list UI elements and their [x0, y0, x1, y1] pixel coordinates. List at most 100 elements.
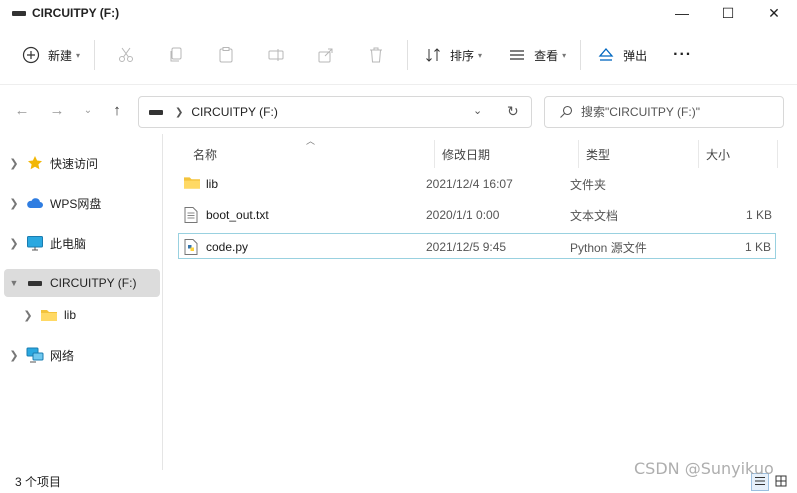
new-label: 新建	[48, 48, 73, 63]
expand-chevron-icon[interactable]: ❯	[4, 237, 24, 250]
file-date: 2020/1/1 0:00	[426, 208, 500, 222]
file-row[interactable]: code.py 2021/12/5 9:45 Python 源文件 1 KB	[178, 233, 776, 259]
recent-locations-chevron-icon[interactable]: ⌄	[77, 99, 99, 121]
cloud-icon	[24, 195, 46, 211]
column-header-name[interactable]: 名称	[193, 140, 217, 168]
drive-icon	[149, 109, 163, 115]
toolbar-divider	[94, 40, 96, 70]
chevron-down-icon: ▾	[562, 50, 567, 60]
sidebar-item-wps-cloud[interactable]: ❯ WPS网盘	[4, 189, 160, 217]
drive-icon	[24, 275, 46, 291]
forward-arrow-icon[interactable]: →	[46, 99, 68, 121]
paste-button[interactable]	[201, 40, 251, 70]
column-separator[interactable]	[434, 140, 435, 168]
eject-button[interactable]: 弹出	[587, 40, 655, 70]
more-button[interactable]: ···	[665, 40, 700, 70]
sort-ascending-icon: ︿	[306, 136, 316, 146]
maximize-button[interactable]: ☐	[705, 0, 751, 26]
window-title: CIRCUITPY (F:)	[32, 6, 120, 20]
sidebar-item-circuitpy[interactable]: ▼ CIRCUITPY (F:)	[4, 269, 160, 297]
minimize-button[interactable]: —	[659, 0, 705, 26]
breadcrumb-chevron-icon[interactable]: ❯	[175, 107, 183, 118]
file-name: boot_out.txt	[206, 208, 269, 222]
address-dropdown-icon[interactable]: ⌄	[473, 104, 482, 117]
view-label: 查看	[534, 48, 559, 63]
search-input[interactable]	[581, 105, 771, 119]
cut-button[interactable]	[101, 40, 151, 70]
title-bar: CIRCUITPY (F:) — ☐ ✕	[0, 0, 797, 26]
file-row[interactable]: lib 2021/12/4 16:07 文件夹	[178, 171, 776, 197]
close-button[interactable]: ✕	[751, 0, 797, 26]
copy-icon	[165, 44, 187, 66]
expand-chevron-icon[interactable]: ❯	[18, 309, 38, 322]
sidebar-item-label: lib	[64, 308, 77, 322]
address-bar[interactable]: ❯ CIRCUITPY (F:) ⌄ ↻	[138, 96, 532, 128]
sidebar-item-quick-access[interactable]: ❯ 快速访问	[4, 149, 160, 177]
navigation-pane: ❯ 快速访问 ❯ WPS网盘 ❯ 此电脑 ▼ CIRCUITPY (F:) ❯ …	[0, 134, 162, 470]
file-list: ︿ 名称 修改日期 类型 大小 lib 2021/12/4 16:07 文件夹 …	[163, 134, 797, 470]
file-size: 1 KB	[745, 208, 772, 222]
folder-icon	[38, 307, 60, 323]
refresh-icon[interactable]: ↻	[507, 103, 519, 120]
column-header-size[interactable]: 大小	[706, 140, 730, 168]
tiles-view-icon	[775, 475, 787, 490]
eject-icon	[595, 44, 617, 66]
expand-chevron-icon[interactable]: ❯	[4, 157, 24, 170]
sort-button[interactable]: 排序 ▾	[414, 40, 490, 70]
expand-chevron-icon[interactable]: ❯	[4, 197, 24, 210]
star-icon	[24, 155, 46, 171]
cut-icon	[115, 44, 137, 66]
paste-icon	[215, 44, 237, 66]
file-name: lib	[206, 177, 219, 191]
column-separator[interactable]	[777, 140, 778, 168]
up-arrow-icon[interactable]: ↑	[106, 99, 128, 121]
column-header-type[interactable]: 类型	[586, 140, 610, 168]
watermark: CSDN @Sunyikuo	[634, 459, 774, 478]
search-box[interactable]	[544, 96, 784, 128]
plus-circle-icon	[20, 44, 42, 66]
sort-icon	[422, 44, 444, 66]
rename-icon	[265, 44, 287, 66]
breadcrumb-current[interactable]: CIRCUITPY (F:)	[191, 105, 277, 119]
more-icon: ···	[673, 46, 693, 63]
toolbar-divider	[407, 40, 409, 70]
chevron-down-icon: ▾	[76, 50, 81, 60]
search-icon	[559, 105, 573, 119]
collapse-chevron-icon[interactable]: ▼	[4, 278, 24, 288]
column-separator[interactable]	[578, 140, 579, 168]
sidebar-item-label: 网络	[50, 348, 75, 363]
command-bar: 新建 ▾ 排序 ▾ 查看 ▾ 弹出 ···	[0, 26, 797, 84]
column-header-date[interactable]: 修改日期	[442, 140, 490, 168]
file-type: 文本文档	[570, 208, 619, 223]
navigation-bar: ← → ⌄ ↑ ❯ CIRCUITPY (F:) ⌄ ↻	[0, 84, 797, 134]
sidebar-item-lib[interactable]: ❯ lib	[18, 301, 160, 329]
file-date: 2021/12/5 9:45	[426, 240, 507, 254]
drive-icon	[12, 10, 26, 16]
share-icon	[315, 44, 337, 66]
sidebar-item-network[interactable]: ❯ 网络	[4, 341, 160, 369]
file-type: 文件夹	[570, 177, 607, 192]
view-button[interactable]: 查看 ▾	[498, 40, 574, 70]
expand-chevron-icon[interactable]: ❯	[4, 349, 24, 362]
file-name-cell[interactable]: lib	[184, 171, 218, 197]
python-file-icon	[184, 239, 200, 255]
toolbar-divider	[580, 40, 582, 70]
folder-icon	[184, 176, 200, 192]
rename-button[interactable]	[251, 40, 301, 70]
delete-button[interactable]	[351, 40, 401, 70]
tiles-view-button[interactable]	[772, 473, 790, 491]
network-icon	[24, 347, 46, 363]
sidebar-item-this-pc[interactable]: ❯ 此电脑	[4, 229, 160, 257]
column-separator[interactable]	[698, 140, 699, 168]
sidebar-item-label: CIRCUITPY (F:)	[50, 276, 137, 290]
sidebar-item-label: 此电脑	[50, 236, 87, 251]
back-arrow-icon[interactable]: ←	[11, 99, 33, 121]
file-name-cell[interactable]: boot_out.txt	[184, 202, 269, 228]
file-name-cell[interactable]: code.py	[184, 234, 248, 260]
file-row[interactable]: boot_out.txt 2020/1/1 0:00 文本文档 1 KB	[178, 202, 776, 228]
view-icon	[506, 44, 528, 66]
file-date: 2021/12/4 16:07	[426, 177, 513, 191]
new-button[interactable]: 新建 ▾	[12, 40, 88, 70]
share-button[interactable]	[301, 40, 351, 70]
copy-button[interactable]	[151, 40, 201, 70]
